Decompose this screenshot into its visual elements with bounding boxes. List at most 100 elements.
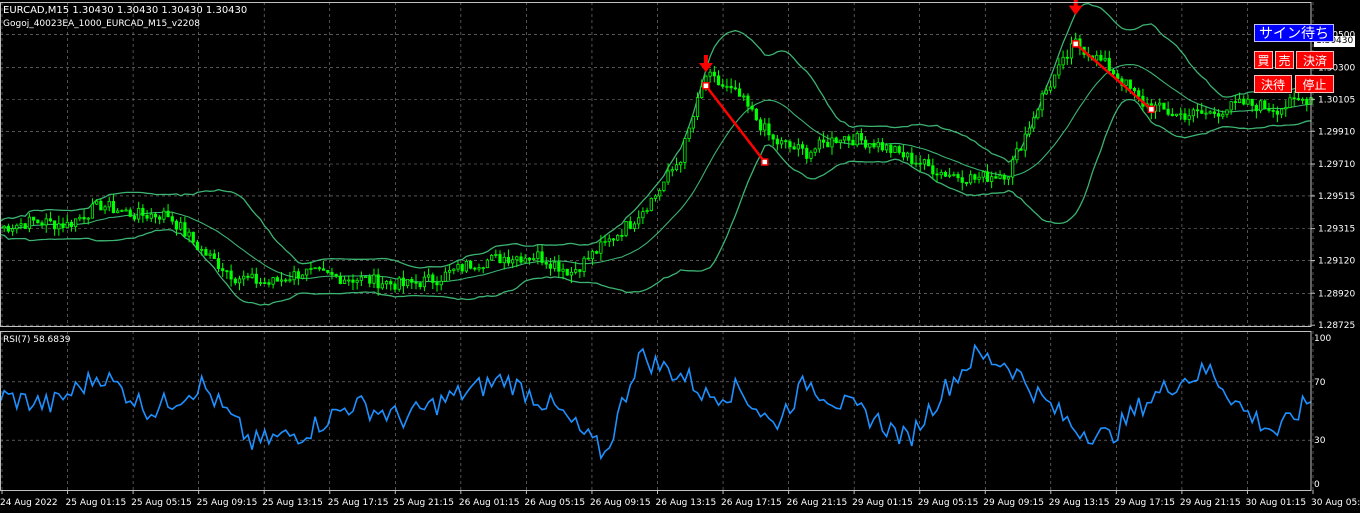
- candle-body: [321, 268, 326, 271]
- candle-body: [666, 170, 670, 183]
- candle-body: [82, 216, 86, 220]
- candle-body: [1246, 98, 1250, 105]
- price-tick-label: 1.29120: [1318, 257, 1355, 267]
- stop-button[interactable]: 停止: [1295, 75, 1334, 93]
- candle-body: [943, 171, 948, 177]
- signal-wait-button[interactable]: サイン待ち: [1254, 24, 1334, 42]
- candle-body: [426, 274, 431, 278]
- candle-body: [800, 144, 805, 149]
- candle-body: [355, 279, 359, 283]
- time-tick-label: 29 Aug 17:15: [1114, 498, 1175, 508]
- candle-body: [897, 146, 901, 153]
- candle-body: [1187, 115, 1191, 120]
- settle-wait-button[interactable]: 決待: [1254, 75, 1292, 93]
- candle-body: [225, 270, 229, 273]
- candle-body: [313, 267, 317, 270]
- candle-body: [309, 268, 313, 270]
- candle-body: [183, 222, 187, 237]
- sell-button[interactable]: 売: [1275, 51, 1294, 69]
- settle-button[interactable]: 決済: [1296, 51, 1334, 69]
- candle-body: [990, 176, 994, 182]
- price-tick-label: 1.29910: [1318, 127, 1355, 137]
- candle-body: [918, 162, 922, 165]
- candle-body: [1237, 98, 1242, 103]
- candle-body: [868, 142, 872, 148]
- candle-body: [288, 279, 292, 282]
- candle-body: [242, 275, 246, 280]
- candle-body: [90, 203, 95, 219]
- candle-body: [166, 210, 170, 218]
- candle-body: [204, 248, 208, 256]
- candle-body: [448, 270, 452, 273]
- sell-signal-line: [704, 85, 766, 163]
- candle-body: [338, 275, 342, 284]
- candle-body: [195, 241, 200, 251]
- candle-body: [380, 283, 384, 289]
- candle-body: [708, 71, 712, 77]
- candle-body: [813, 148, 817, 153]
- candle-body: [376, 274, 380, 289]
- candle-body: [729, 85, 733, 89]
- mt4-chart-window: 1.305001.303001.301051.299101.297101.295…: [0, 0, 1360, 513]
- candle-body: [582, 257, 586, 272]
- candle-body: [481, 267, 485, 270]
- candle-body: [1111, 69, 1116, 75]
- candle-body: [725, 85, 729, 88]
- candle-body: [460, 264, 464, 272]
- candle-body: [956, 174, 960, 179]
- candle-body: [737, 88, 742, 97]
- candle-body: [1048, 86, 1053, 91]
- chart-canvas[interactable]: 1.305001.303001.301051.299101.297101.295…: [0, 0, 1360, 513]
- candle-body: [397, 277, 401, 290]
- candle-body: [212, 253, 216, 259]
- candle-body: [763, 123, 767, 131]
- candle-body: [931, 165, 935, 175]
- candle-body: [611, 238, 616, 241]
- candle-body: [1103, 57, 1107, 61]
- candle-body: [775, 138, 779, 145]
- candle-body: [674, 164, 679, 171]
- candle-body: [456, 264, 460, 270]
- candle-body: [624, 221, 628, 236]
- candle-body: [1124, 79, 1128, 86]
- candle-body: [910, 152, 914, 164]
- candle-body: [469, 260, 473, 269]
- candle-body: [809, 151, 813, 159]
- candle-body: [1204, 112, 1208, 115]
- candle-body: [363, 276, 368, 279]
- candle-body: [1267, 108, 1271, 111]
- buy-button[interactable]: 買: [1254, 51, 1273, 69]
- candle-body: [187, 231, 191, 237]
- candle-body: [872, 142, 876, 148]
- candle-body: [246, 275, 250, 278]
- price-tick-label: 1.28920: [1318, 289, 1355, 299]
- candle-body: [565, 268, 569, 276]
- candle-body: [170, 216, 174, 222]
- candle-body: [641, 211, 645, 219]
- candle-body: [830, 137, 834, 148]
- candle-body: [351, 279, 355, 283]
- candle-body: [1212, 111, 1216, 114]
- candle-body: [561, 268, 565, 272]
- candle-body: [880, 142, 885, 151]
- candle-body: [960, 177, 964, 183]
- candle-body: [985, 171, 990, 182]
- candle-body: [632, 223, 637, 229]
- chart-axes: 1.305001.303001.301051.299101.297101.295…: [0, 2, 1360, 508]
- candle-body: [1128, 79, 1132, 89]
- candle-body: [174, 220, 179, 230]
- candle-body: [271, 277, 275, 285]
- candle-body: [506, 256, 511, 264]
- candle-body: [523, 257, 527, 263]
- candle-body: [2, 225, 6, 229]
- candle-body: [1019, 148, 1023, 151]
- candle-body: [906, 152, 910, 158]
- candle-body: [691, 116, 695, 129]
- price-tick-label: 1.29315: [1318, 225, 1355, 235]
- candle-body: [149, 213, 153, 219]
- candle-body: [792, 146, 796, 150]
- candle-body: [670, 169, 674, 172]
- candle-body: [439, 280, 443, 286]
- candle-body: [40, 222, 44, 226]
- candle-body: [645, 210, 649, 212]
